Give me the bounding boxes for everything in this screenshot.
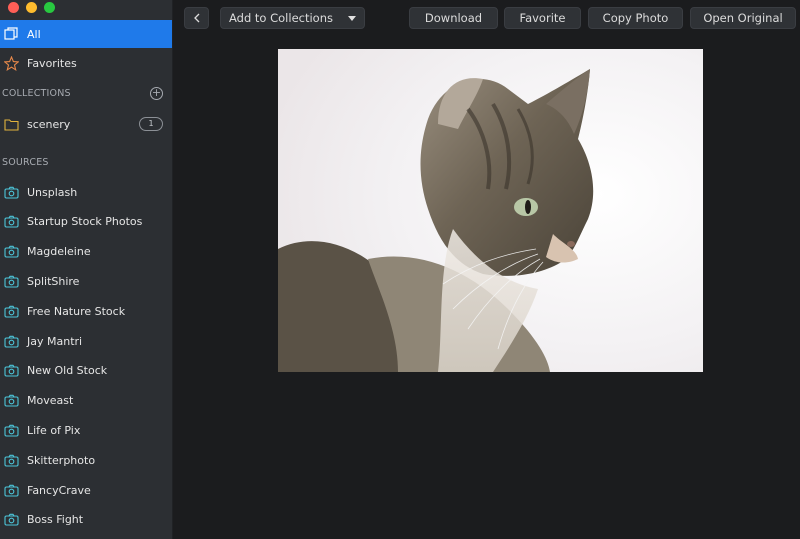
sidebar-item-label: FancyCrave	[27, 483, 91, 497]
sidebar-item-source[interactable]: SplitShire	[0, 267, 172, 295]
sidebar-item-source[interactable]: Moveast	[0, 387, 172, 415]
sidebar-item-source[interactable]: Boss Fight	[0, 506, 172, 534]
sidebar: All Favorites COLLECTIONS + scenery 1 SO…	[0, 0, 173, 539]
minimize-window-button[interactable]	[26, 2, 37, 13]
collections-header: COLLECTIONS	[2, 88, 71, 99]
download-button[interactable]: Download	[409, 7, 498, 29]
sidebar-item-label: Life of Pix	[27, 423, 81, 437]
sidebar-item-source[interactable]: New Old Stock	[0, 357, 172, 385]
camera-icon	[3, 482, 19, 498]
camera-icon	[3, 363, 19, 379]
caret-down-icon	[348, 16, 356, 21]
sidebar-item-label: Moveast	[27, 394, 74, 408]
sidebar-item-label: Free Nature Stock	[27, 304, 126, 318]
camera-icon	[3, 452, 19, 468]
sidebar-item-label: Magdeleine	[27, 245, 91, 259]
copy-photo-button[interactable]: Copy Photo	[588, 7, 683, 29]
back-button[interactable]	[184, 7, 209, 29]
camera-icon	[3, 184, 19, 200]
sidebar-item-scenery[interactable]: scenery 1	[0, 110, 172, 138]
app-window: All Favorites COLLECTIONS + scenery 1 SO…	[0, 0, 800, 539]
camera-icon	[3, 244, 19, 260]
close-window-button[interactable]	[8, 2, 19, 13]
chevron-left-icon	[193, 13, 199, 23]
sidebar-item-label: Jay Mantri	[27, 334, 83, 348]
sidebar-item-source[interactable]: Free Nature Stock	[0, 297, 172, 325]
sidebar-item-label: SplitShire	[27, 274, 80, 288]
collection-count-badge: 1	[139, 117, 163, 131]
sidebar-item-source[interactable]: Unsplash	[0, 178, 172, 206]
add-to-collections-label: Add to Collections	[229, 11, 333, 25]
sidebar-item-source[interactable]: Skitterphoto	[0, 446, 172, 474]
window-controls	[8, 2, 55, 13]
camera-icon	[3, 393, 19, 409]
zoom-window-button[interactable]	[44, 2, 55, 13]
sidebar-item-label: Startup Stock Photos	[27, 215, 143, 229]
camera-icon	[3, 512, 19, 528]
sidebar-item-label: scenery	[27, 117, 71, 131]
favorite-button[interactable]: Favorite	[504, 7, 581, 29]
camera-icon	[3, 333, 19, 349]
sidebar-item-all[interactable]: All	[0, 20, 172, 48]
sidebar-item-label: Boss Fight	[27, 513, 84, 527]
sidebar-item-source[interactable]: Startup Stock Photos	[0, 208, 172, 236]
photos-stack-icon	[3, 26, 19, 42]
toolbar: Add to Collections Download Favorite Cop…	[173, 0, 800, 36]
sidebar-item-label: Skitterphoto	[27, 453, 96, 467]
camera-icon	[3, 273, 19, 289]
sidebar-item-label: New Old Stock	[27, 364, 108, 378]
star-icon	[3, 55, 19, 71]
camera-icon	[3, 214, 19, 230]
add-collection-button[interactable]: +	[150, 87, 163, 100]
photo-preview	[278, 49, 703, 372]
cat-photo	[278, 49, 703, 372]
add-to-collections-dropdown[interactable]: Add to Collections	[220, 7, 365, 29]
sidebar-item-source[interactable]: FancyCrave	[0, 476, 172, 504]
sidebar-item-label: Favorites	[27, 56, 77, 70]
open-original-button[interactable]: Open Original	[690, 7, 796, 29]
sidebar-item-label: Unsplash	[27, 185, 78, 199]
folder-icon	[3, 116, 19, 132]
sidebar-item-favorites[interactable]: Favorites	[0, 49, 172, 77]
sidebar-item-source[interactable]: Jay Mantri	[0, 327, 172, 355]
camera-icon	[3, 303, 19, 319]
sidebar-item-source[interactable]: Magdeleine	[0, 238, 172, 266]
sidebar-item-label: All	[27, 27, 41, 41]
sources-header: SOURCES	[2, 157, 49, 168]
camera-icon	[3, 422, 19, 438]
sidebar-item-source[interactable]: Life of Pix	[0, 416, 172, 444]
